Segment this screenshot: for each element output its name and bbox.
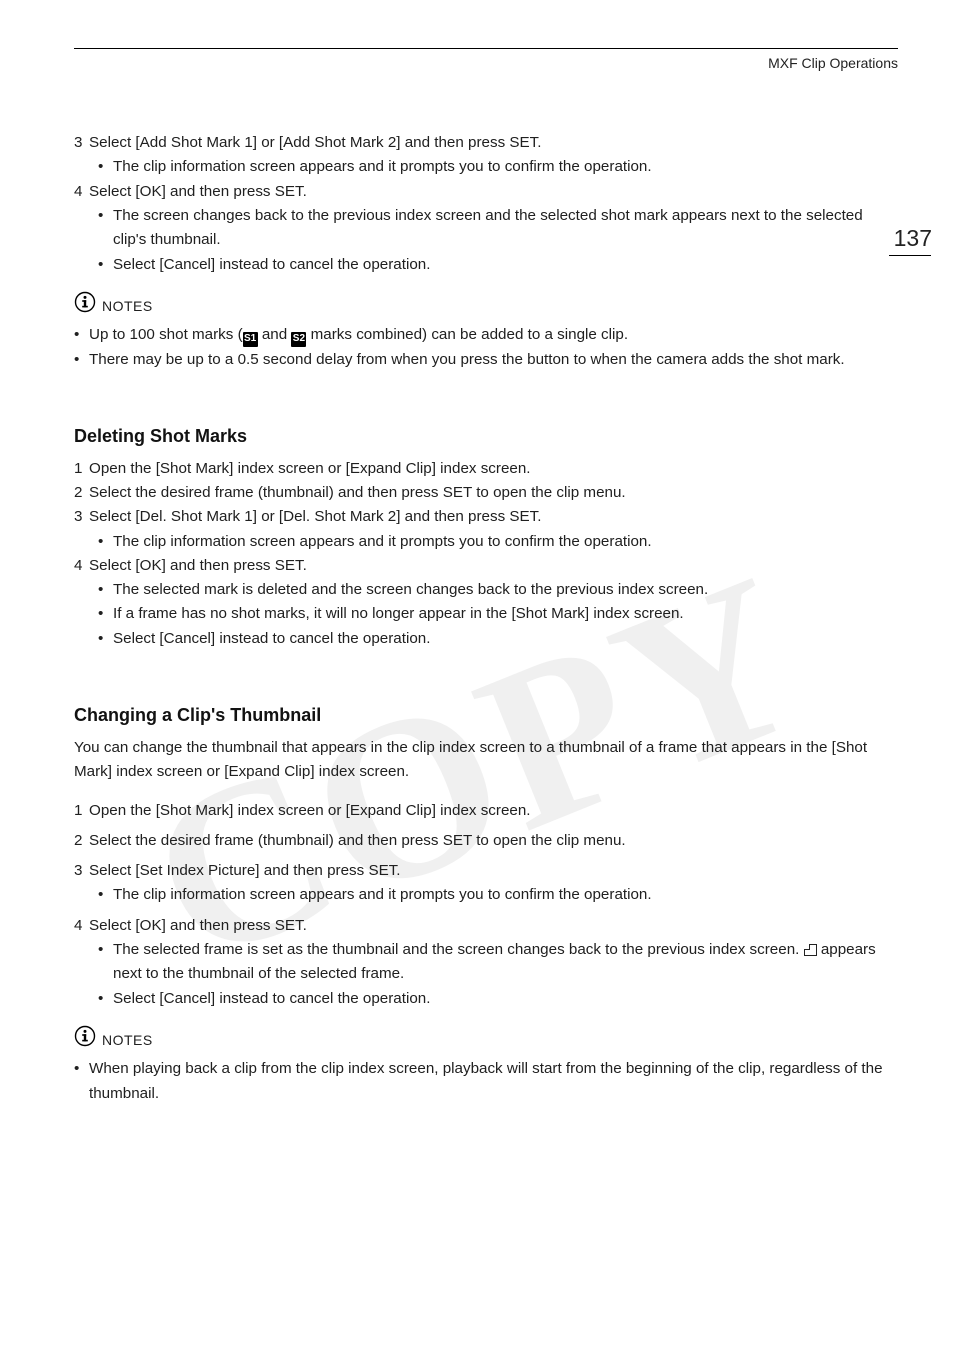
bullet-text: The screen changes back to the previous … — [113, 204, 898, 253]
bullet-dot: • — [98, 938, 113, 987]
step-number: 3 — [74, 131, 89, 155]
shot-mark-2-icon: S2 — [291, 332, 306, 347]
step-text: Select [Add Shot Mark 1] or [Add Shot Ma… — [89, 131, 898, 155]
bullet-text: When playing back a clip from the clip i… — [89, 1057, 898, 1106]
sub-bullet: • If a frame has no shot marks, it will … — [98, 602, 898, 626]
text-segment: and — [258, 326, 292, 343]
step-number: 1 — [74, 457, 89, 481]
bullet-text: The clip information screen appears and … — [113, 530, 898, 554]
bullet-dot: • — [74, 1057, 89, 1106]
notes-label: NOTES — [102, 1029, 153, 1051]
subsection-heading: Deleting Shot Marks — [74, 422, 898, 451]
text-segment: marks combined) can be added to a single… — [306, 326, 628, 343]
body-content: 3 Select [Add Shot Mark 1] or [Add Shot … — [74, 131, 898, 1106]
bullet-dot: • — [98, 627, 113, 651]
step-row: 1 Open the [Shot Mark] index screen or [… — [74, 457, 898, 481]
notes-header: NOTES — [74, 291, 898, 321]
header-rule — [74, 48, 898, 49]
bullet-dot: • — [98, 883, 113, 907]
step-number: 2 — [74, 481, 89, 505]
step-row: 1 Open the [Shot Mark] index screen or [… — [74, 799, 898, 823]
shot-mark-icons: S2 — [291, 332, 306, 347]
step-row: 3 Select [Add Shot Mark 1] or [Add Shot … — [74, 131, 898, 155]
notes-bullet: • When playing back a clip from the clip… — [74, 1057, 898, 1106]
step-text: Select [OK] and then press SET. — [89, 180, 898, 204]
bullet-dot: • — [98, 602, 113, 626]
running-header: MXF Clip Operations — [74, 55, 898, 71]
step-text: Select [Del. Shot Mark 1] or [Del. Shot … — [89, 505, 898, 529]
page: COPY MXF Clip Operations 137 3 Select [A… — [0, 0, 954, 1348]
bullet-text: The clip information screen appears and … — [113, 883, 898, 907]
step-text: Select [OK] and then press SET. — [89, 914, 898, 938]
index-picture-icon — [804, 944, 817, 956]
bullet-text: Up to 100 shot marks (S1 and S2 marks co… — [89, 323, 898, 347]
sub-bullet: • The clip information screen appears an… — [98, 530, 898, 554]
sub-bullet: • Select [Cancel] instead to cancel the … — [98, 253, 898, 277]
info-icon — [74, 1025, 96, 1055]
step-row: 2 Select the desired frame (thumbnail) a… — [74, 829, 898, 853]
notes-bullet: • Up to 100 shot marks (S1 and S2 marks … — [74, 323, 898, 347]
notes-bullet: • There may be up to a 0.5 second delay … — [74, 348, 898, 372]
step-number: 3 — [74, 505, 89, 529]
step-number: 4 — [74, 554, 89, 578]
bullet-dot: • — [98, 578, 113, 602]
notes-header: NOTES — [74, 1025, 898, 1055]
step-text: Select the desired frame (thumbnail) and… — [89, 829, 898, 853]
bullet-text: Select [Cancel] instead to cancel the op… — [113, 627, 898, 651]
sub-bullet: • The screen changes back to the previou… — [98, 204, 898, 253]
step-row: 3 Select [Del. Shot Mark 1] or [Del. Sho… — [74, 505, 898, 529]
step-row: 4 Select [OK] and then press SET. — [74, 914, 898, 938]
step-row: 4 Select [OK] and then press SET. — [74, 554, 898, 578]
bullet-text: Select [Cancel] instead to cancel the op… — [113, 987, 898, 1011]
step-text: Select the desired frame (thumbnail) and… — [89, 481, 898, 505]
text-segment: The selected frame is set as the thumbna… — [113, 941, 804, 958]
step-row: 2 Select the desired frame (thumbnail) a… — [74, 481, 898, 505]
step-row: 3 Select [Set Index Picture] and then pr… — [74, 859, 898, 883]
shot-mark-1-icon: S1 — [243, 332, 258, 347]
sub-bullet: • Select [Cancel] instead to cancel the … — [98, 627, 898, 651]
bullet-text: There may be up to a 0.5 second delay fr… — [89, 348, 898, 372]
bullet-text: The selected frame is set as the thumbna… — [113, 938, 898, 987]
step-number: 1 — [74, 799, 89, 823]
bullet-dot: • — [98, 987, 113, 1011]
step-text: Open the [Shot Mark] index screen or [Ex… — [89, 457, 898, 481]
notes-label: NOTES — [102, 295, 153, 317]
sub-bullet: • The clip information screen appears an… — [98, 155, 898, 179]
step-text: Open the [Shot Mark] index screen or [Ex… — [89, 799, 898, 823]
section-title: MXF Clip Operations — [768, 55, 898, 71]
step-number: 4 — [74, 180, 89, 204]
text-segment: Up to 100 shot marks ( — [89, 326, 243, 343]
step-number: 4 — [74, 914, 89, 938]
step-number: 2 — [74, 829, 89, 853]
bullet-text: Select [Cancel] instead to cancel the op… — [113, 253, 898, 277]
bullet-dot: • — [98, 253, 113, 277]
bullet-text: The selected mark is deleted and the scr… — [113, 578, 898, 602]
step-text: Select [OK] and then press SET. — [89, 554, 898, 578]
sub-bullet: • The clip information screen appears an… — [98, 883, 898, 907]
subsection-heading: Changing a Clip's Thumbnail — [74, 701, 898, 730]
step-row: 4 Select [OK] and then press SET. — [74, 180, 898, 204]
sub-bullet: • Select [Cancel] instead to cancel the … — [98, 987, 898, 1011]
step-text: Select [Set Index Picture] and then pres… — [89, 859, 898, 883]
bullet-text: If a frame has no shot marks, it will no… — [113, 602, 898, 626]
shot-mark-icons: S1 — [243, 332, 258, 347]
sub-bullet: • The selected frame is set as the thumb… — [98, 938, 898, 987]
bullet-dot: • — [74, 323, 89, 347]
bullet-text: The clip information screen appears and … — [113, 155, 898, 179]
bullet-dot: • — [98, 204, 113, 253]
bullet-dot: • — [74, 348, 89, 372]
bullet-dot: • — [98, 155, 113, 179]
sub-bullet: • The selected mark is deleted and the s… — [98, 578, 898, 602]
info-icon — [74, 291, 96, 321]
bullet-dot: • — [98, 530, 113, 554]
intro-paragraph: You can change the thumbnail that appear… — [74, 736, 898, 785]
step-number: 3 — [74, 859, 89, 883]
